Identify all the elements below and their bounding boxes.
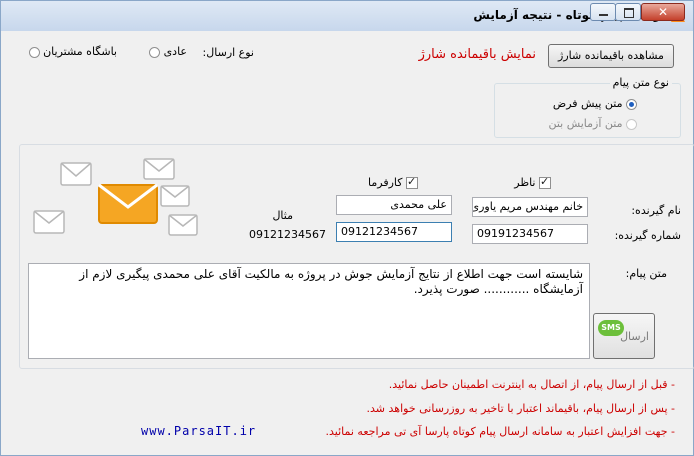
note-balance-delay: - پس از ارسال پیام، باقیماند اعتبار با ت… xyxy=(366,402,675,415)
message-type-default-label: متن پیش فرض xyxy=(552,97,623,110)
employer-name-input[interactable]: علی محمدی xyxy=(336,195,452,215)
note-internet: - قبل از ارسال پیام، از اتصال به اینترنت… xyxy=(388,378,675,391)
send-type-normal[interactable]: عادی xyxy=(149,45,187,58)
message-textarea[interactable]: شایسته است جهت اطلاع از نتایج آزمایش جوش… xyxy=(28,263,590,359)
employer-number-input[interactable]: 09121234567 xyxy=(336,222,452,242)
recipient-number-label: شماره گیرنده: xyxy=(614,229,681,242)
message-type-concrete-label: متن آزمایش بتن xyxy=(548,117,623,130)
title-bar[interactable]: ارسال پیام کوتاه - نتیجه آزمایش ✕ xyxy=(1,1,693,31)
message-type-concrete-radio[interactable] xyxy=(626,118,637,130)
send-button[interactable]: SMS ارسال xyxy=(593,313,655,359)
message-label: متن پیام: xyxy=(625,267,667,280)
send-button-label: ارسال xyxy=(620,330,649,343)
send-type-club-label: باشگاه مشتریان xyxy=(43,45,117,58)
maximize-button[interactable] xyxy=(615,3,641,21)
website-link[interactable]: www.ParsaIT.ir xyxy=(141,424,256,438)
supervisor-checkbox[interactable]: ناظر xyxy=(514,175,551,189)
send-type-normal-radio[interactable] xyxy=(149,46,161,58)
message-type-default[interactable]: متن پیش فرض xyxy=(553,97,637,110)
show-balance-button[interactable]: مشاهده باقیمانده شارژ xyxy=(548,44,674,68)
note-increase-credit: - جهت افزایش اعتبار به سامانه ارسال پیام… xyxy=(325,425,675,438)
message-type-legend: نوع متن پیام xyxy=(609,76,672,89)
message-type-group: نوع متن پیام متن پیش فرض متن آزمایش بتن xyxy=(494,76,681,138)
supervisor-number-input[interactable]: 09191234567 xyxy=(472,224,588,244)
balance-label: نمایش باقیمانده شارژ xyxy=(418,47,536,62)
example-label: مثال xyxy=(272,209,293,222)
send-type-club-radio[interactable] xyxy=(28,46,40,58)
supervisor-check[interactable] xyxy=(539,175,551,189)
message-type-default-radio[interactable] xyxy=(626,98,637,110)
example-number: 09121234567 xyxy=(249,228,326,241)
supervisor-label: ناظر xyxy=(514,176,536,189)
send-type-normal-label: عادی xyxy=(163,45,187,58)
close-button[interactable]: ✕ xyxy=(641,3,685,21)
supervisor-name-input[interactable]: خانم مهندس مریم یاوری xyxy=(472,197,588,217)
main-window: ارسال پیام کوتاه - نتیجه آزمایش ✕ مشاهده… xyxy=(0,0,694,456)
send-type-club[interactable]: باشگاه مشتریان xyxy=(28,45,117,58)
employer-checkbox[interactable]: کارفرما xyxy=(368,175,418,189)
employer-check[interactable] xyxy=(406,175,418,189)
main-envelope-icon xyxy=(98,183,158,224)
recipient-name-label: نام گیرنده: xyxy=(631,204,681,217)
close-icon: ✕ xyxy=(657,5,669,19)
employer-label: کارفرما xyxy=(368,176,403,189)
envelopes-illustration xyxy=(33,158,198,236)
show-balance-button-label: مشاهده باقیمانده شارژ xyxy=(558,49,664,62)
send-type-label: نوع ارسال: xyxy=(202,46,254,59)
minimize-button[interactable] xyxy=(590,3,616,21)
message-type-concrete[interactable]: متن آزمایش بتن xyxy=(548,117,637,130)
